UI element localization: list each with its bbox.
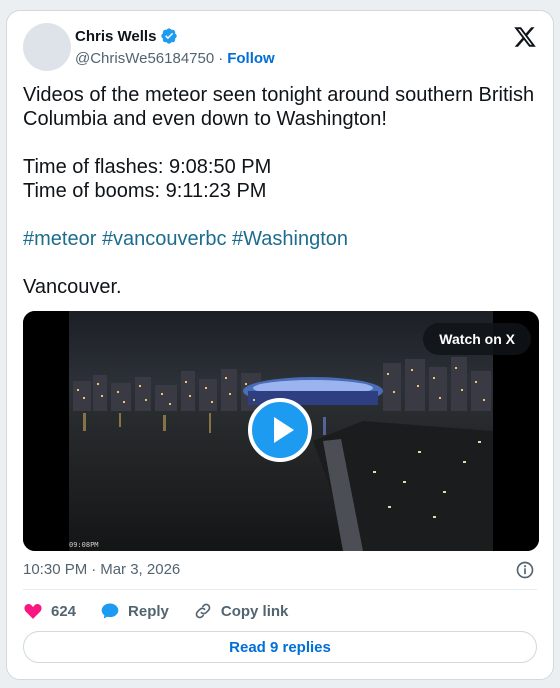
- tweet-line: Time of flashes: 9:08:50 PM: [23, 156, 272, 178]
- tweet-card: Chris Wells @ChrisWe56184750 · Follow Vi…: [6, 10, 554, 680]
- link-icon: [195, 603, 211, 619]
- avatar[interactable]: [23, 23, 71, 71]
- read-replies-button[interactable]: Read 9 replies: [23, 631, 537, 663]
- tweet-date: Mar 3, 2026: [100, 561, 181, 578]
- action-bar: 624 Reply Copy link: [23, 599, 312, 623]
- divider: [23, 589, 537, 590]
- heart-icon: [24, 603, 42, 619]
- tweet-timestamp[interactable]: 10:30 PM · Mar 3, 2026: [23, 561, 180, 578]
- separator-dot: ·: [218, 50, 224, 67]
- watch-on-x-button[interactable]: Watch on X: [423, 323, 531, 355]
- camera-timestamp: 09:08PM: [69, 541, 99, 549]
- author-name[interactable]: Chris Wells: [75, 28, 156, 45]
- tweet-line: Time of booms: 9:11:23 PM: [23, 180, 267, 202]
- reply-label: Reply: [128, 602, 169, 620]
- tweet-line: Videos of the meteor seen tonight around…: [23, 84, 535, 130]
- hashtag-link[interactable]: #vancouverbc: [102, 228, 227, 250]
- hashtag-link[interactable]: #meteor: [23, 228, 96, 250]
- tweet-text: Videos of the meteor seen tonight around…: [23, 83, 543, 299]
- author-name-row: Chris Wells: [75, 27, 178, 45]
- x-logo-icon[interactable]: [513, 25, 537, 49]
- author-handle[interactable]: @ChrisWe56184750: [75, 50, 214, 67]
- tweet-location: Vancouver.: [23, 276, 122, 298]
- video-player[interactable]: Watch on X 09:08PM: [23, 311, 539, 551]
- hashtags: #meteor #vancouverbc #Washington: [23, 227, 543, 251]
- copy-link-button[interactable]: Copy link: [193, 601, 289, 621]
- verified-badge-icon: [161, 28, 178, 44]
- follow-button[interactable]: Follow: [227, 50, 275, 67]
- reply-button[interactable]: Reply: [100, 601, 169, 621]
- like-button[interactable]: 624: [23, 601, 76, 621]
- hashtag-link[interactable]: #Washington: [232, 228, 348, 250]
- copy-link-label: Copy link: [220, 602, 289, 620]
- info-icon[interactable]: [515, 560, 535, 580]
- like-count: 624: [51, 602, 77, 620]
- separator-dot: ·: [91, 561, 97, 578]
- tweet-time: 10:30 PM: [23, 561, 88, 578]
- author-handle-row: @ChrisWe56184750 · Follow: [75, 50, 275, 67]
- speech-bubble-icon: [101, 603, 119, 619]
- play-icon[interactable]: [248, 398, 312, 462]
